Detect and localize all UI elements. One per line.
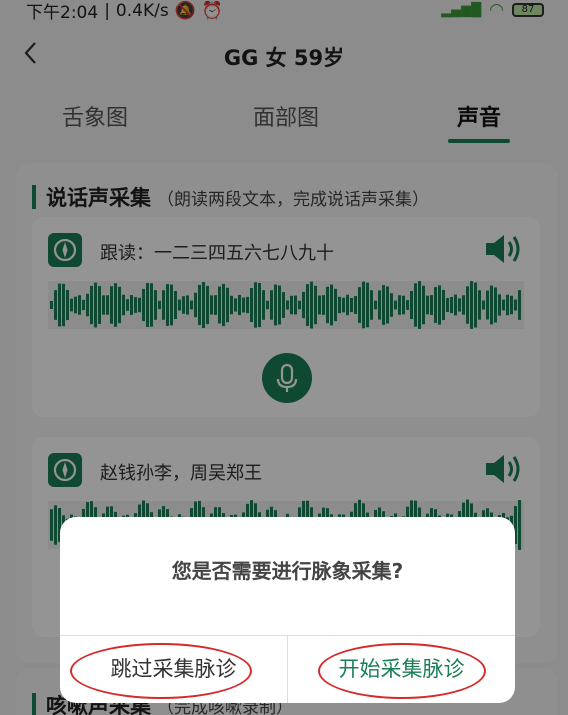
- skip-pulse-button[interactable]: 跳过采集脉诊: [60, 635, 287, 703]
- dialog-message: 您是否需要进行脉象采集?: [171, 559, 404, 583]
- pulse-dialog: 您是否需要进行脉象采集? 跳过采集脉诊 开始采集脉诊: [60, 517, 515, 703]
- start-pulse-button[interactable]: 开始采集脉诊: [288, 635, 515, 703]
